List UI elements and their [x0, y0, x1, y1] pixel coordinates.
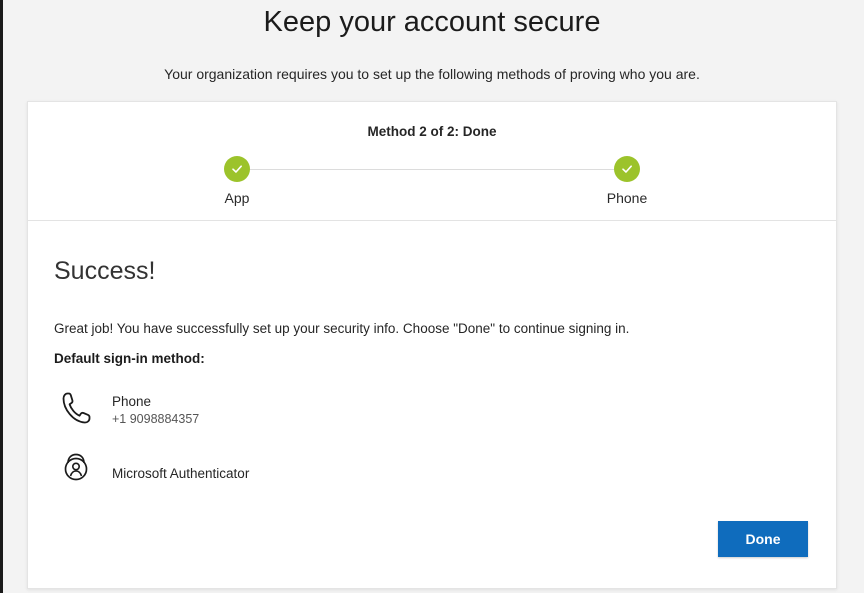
- authenticator-icon: [63, 452, 89, 487]
- default-method-label: Default sign-in method:: [54, 351, 205, 366]
- page-subtitle: Your organization requires you to set up…: [164, 66, 700, 82]
- method-phone-name: Phone: [112, 394, 152, 409]
- page-title: Keep your account secure: [263, 6, 601, 38]
- method-authenticator-name: Microsoft Authenticator: [112, 466, 250, 481]
- section-divider: [28, 220, 836, 221]
- window-edge: [0, 0, 3, 593]
- success-message: Great job! You have successfully set up …: [54, 321, 630, 336]
- setup-card: Method 2 of 2: Done App Phone Success! G…: [27, 101, 837, 589]
- step-phone-label: Phone: [606, 190, 648, 206]
- progress-caption: Method 2 of 2: Done: [367, 124, 497, 139]
- step-phone-check-icon: [614, 156, 640, 182]
- step-app-label: App: [224, 190, 250, 206]
- progress-line: [248, 169, 614, 170]
- done-button[interactable]: Done: [718, 521, 808, 557]
- phone-icon: [60, 390, 92, 431]
- success-heading: Success!: [54, 257, 156, 285]
- method-phone-number: +1 9098884357: [112, 412, 200, 426]
- step-app-check-icon: [224, 156, 250, 182]
